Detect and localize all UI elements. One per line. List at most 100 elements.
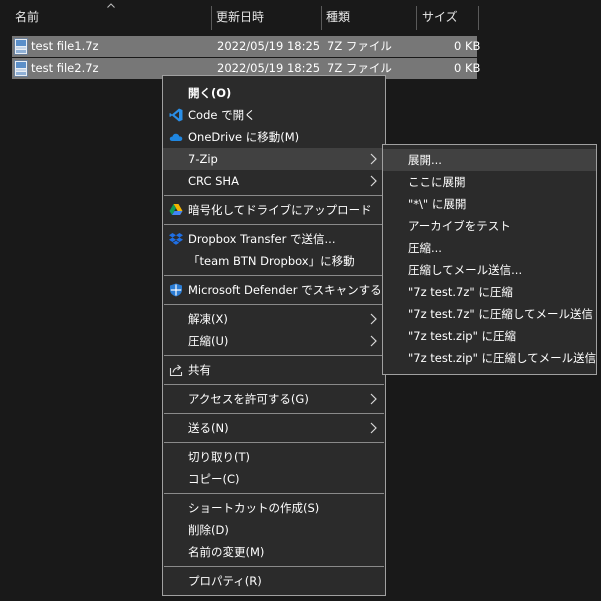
file-name: test file1.7z	[31, 39, 99, 53]
menu-item-label: 展開...	[408, 153, 442, 167]
file-size: 0 KB	[454, 61, 481, 75]
menu-item-label: OneDrive に移動(M)	[188, 130, 300, 144]
submenu-item-test-archive[interactable]: アーカイブをテスト	[383, 215, 596, 237]
column-modified-header[interactable]: 更新日時	[216, 0, 264, 34]
chevron-right-icon	[370, 422, 377, 434]
file-size: 0 KB	[454, 39, 481, 53]
chevron-right-icon	[370, 153, 377, 165]
menu-item-onedrive[interactable]: OneDrive に移動(M)	[163, 126, 385, 148]
menu-item-label: 暗号化してドライブにアップロード	[188, 203, 372, 217]
file-row[interactable]: test file1.7z 2022/05/19 18:25 7Z ファイル 0…	[12, 36, 481, 57]
7zip-submenu: 展開... ここに展開 "*\" に展開 アーカイブをテスト 圧縮... 圧縮し…	[382, 144, 597, 375]
column-divider[interactable]	[478, 6, 479, 30]
submenu-item-add-to-7z-email[interactable]: "7z test.7z" に圧縮してメール送信	[383, 303, 596, 325]
vscode-icon	[169, 108, 183, 122]
menu-item-label: "7z test.7z" に圧縮	[408, 285, 513, 299]
submenu-item-extract-files[interactable]: 展開...	[383, 149, 596, 171]
menu-item-label: アーカイブをテスト	[408, 219, 511, 233]
column-size-header[interactable]: サイズ	[422, 0, 458, 34]
column-name-header[interactable]: 名前	[15, 0, 39, 34]
menu-item-label: 共有	[188, 363, 211, 377]
menu-item-label: ここに展開	[408, 175, 466, 189]
chevron-right-icon	[370, 335, 377, 347]
archive-file-icon	[14, 60, 28, 77]
menu-item-properties[interactable]: プロパティ(R)	[163, 570, 385, 592]
menu-item-label: 圧縮(U)	[188, 334, 229, 348]
menu-item-label: 切り取り(T)	[188, 450, 250, 464]
menu-separator	[164, 493, 384, 494]
column-header: 名前 更新日時 種類 サイズ	[0, 0, 601, 34]
submenu-item-add-to-zip[interactable]: "7z test.zip" に圧縮	[383, 325, 596, 347]
menu-item-encrypt-upload[interactable]: 暗号化してドライブにアップロード	[163, 199, 385, 221]
menu-separator	[164, 275, 384, 276]
menu-separator	[164, 355, 384, 356]
menu-item-delete[interactable]: 削除(D)	[163, 519, 385, 541]
menu-separator	[164, 195, 384, 196]
menu-item-label: 「team BTN Dropbox」に移動	[188, 254, 355, 268]
menu-item-label: 開く(O)	[188, 86, 232, 100]
menu-item-label: 送る(N)	[188, 421, 229, 435]
submenu-item-add-to-zip-email[interactable]: "7z test.zip" に圧縮してメール送信	[383, 347, 596, 369]
menu-item-label: Dropbox Transfer で送信...	[188, 232, 336, 246]
menu-item-create-shortcut[interactable]: ショートカットの作成(S)	[163, 497, 385, 519]
menu-item-share[interactable]: 共有	[163, 359, 385, 381]
file-name: test file2.7z	[31, 61, 99, 75]
menu-item-defender[interactable]: Microsoft Defender でスキャンする...	[163, 279, 393, 301]
chevron-right-icon	[370, 175, 377, 187]
sort-up-icon	[107, 3, 115, 8]
column-divider[interactable]	[321, 6, 322, 30]
menu-item-extract[interactable]: 解凍(X)	[163, 308, 385, 330]
google-drive-icon	[169, 204, 183, 215]
menu-item-send-to[interactable]: 送る(N)	[163, 417, 385, 439]
menu-separator	[164, 413, 384, 414]
submenu-item-extract-here[interactable]: ここに展開	[383, 171, 596, 193]
menu-item-dropbox-transfer[interactable]: Dropbox Transfer で送信...	[163, 228, 385, 250]
submenu-item-extract-to[interactable]: "*\" に展開	[383, 193, 596, 215]
menu-item-label: "*\" に展開	[408, 197, 467, 211]
onedrive-icon	[169, 133, 183, 141]
context-menu: 開く(O) Code で開く OneDrive に移動(M) 7-Zip CRC…	[162, 75, 393, 596]
menu-separator	[164, 384, 384, 385]
menu-item-label: 名前の変更(M)	[188, 545, 265, 559]
menu-item-copy[interactable]: コピー(C)	[163, 468, 385, 490]
menu-item-compress[interactable]: 圧縮(U)	[163, 330, 385, 352]
menu-item-label: 圧縮してメール送信...	[408, 263, 523, 277]
submenu-item-compress-email[interactable]: 圧縮してメール送信...	[383, 259, 596, 281]
menu-item-rename[interactable]: 名前の変更(M)	[163, 541, 385, 563]
menu-separator	[164, 224, 384, 225]
menu-item-crc-sha[interactable]: CRC SHA	[163, 170, 385, 192]
share-icon	[169, 364, 183, 377]
file-type: 7Z ファイル	[327, 39, 392, 53]
menu-item-label: Code で開く	[188, 108, 256, 122]
menu-separator	[164, 442, 384, 443]
menu-item-code[interactable]: Code で開く	[163, 104, 385, 126]
column-type-header[interactable]: 種類	[326, 0, 350, 34]
menu-item-label: "7z test.7z" に圧縮してメール送信	[408, 307, 593, 321]
submenu-item-add-to-7z[interactable]: "7z test.7z" に圧縮	[383, 281, 596, 303]
file-modified: 2022/05/19 18:25	[217, 39, 321, 53]
submenu-item-add-to-archive[interactable]: 圧縮...	[383, 237, 596, 259]
menu-item-label: 圧縮...	[408, 241, 442, 255]
menu-item-label: "7z test.zip" に圧縮してメール送信	[408, 351, 597, 365]
menu-item-label: アクセスを許可する(G)	[188, 392, 309, 406]
column-divider[interactable]	[416, 6, 417, 30]
menu-item-dropbox-move[interactable]: 「team BTN Dropbox」に移動	[163, 250, 385, 272]
defender-shield-icon	[170, 283, 182, 297]
menu-item-label: コピー(C)	[188, 472, 240, 486]
menu-item-label: "7z test.zip" に圧縮	[408, 329, 517, 343]
menu-item-label: ショートカットの作成(S)	[188, 501, 320, 515]
menu-item-open[interactable]: 開く(O)	[163, 82, 385, 104]
menu-item-cut[interactable]: 切り取り(T)	[163, 446, 385, 468]
menu-item-give-access[interactable]: アクセスを許可する(G)	[163, 388, 385, 410]
chevron-right-icon	[370, 393, 377, 405]
menu-separator	[164, 566, 384, 567]
menu-item-label: 7-Zip	[188, 152, 218, 166]
menu-item-label: 削除(D)	[188, 523, 229, 537]
column-divider[interactable]	[211, 6, 212, 30]
menu-item-7zip[interactable]: 7-Zip	[163, 148, 385, 170]
menu-item-label: CRC SHA	[188, 174, 239, 188]
chevron-right-icon	[370, 313, 377, 325]
dropbox-icon	[169, 233, 183, 245]
menu-item-label: プロパティ(R)	[188, 574, 262, 588]
archive-file-icon	[14, 38, 28, 55]
